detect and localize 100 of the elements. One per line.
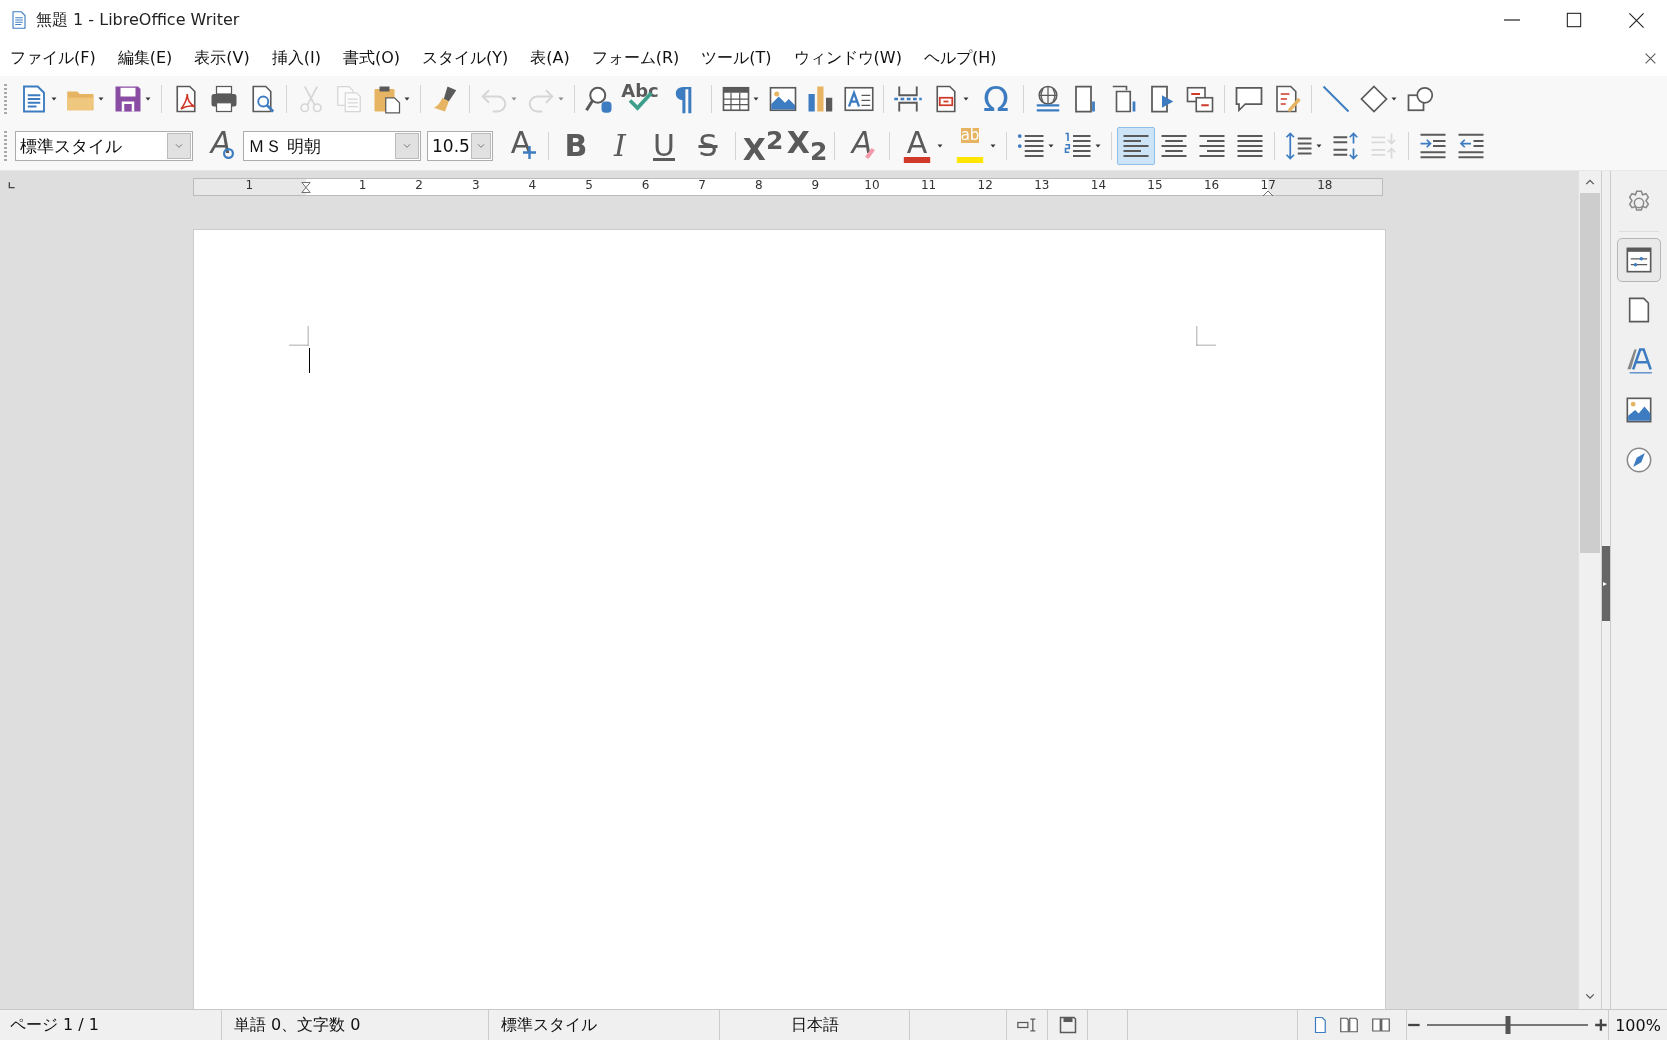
- diagonal-line-icon: [1321, 84, 1351, 114]
- indent-marker-icon[interactable]: [301, 180, 311, 195]
- font-name-field[interactable]: ＭＳ 明朝: [243, 131, 421, 161]
- zoom-percentage[interactable]: 100%: [1615, 1015, 1661, 1035]
- caret-icon: [1315, 143, 1323, 149]
- sidebar-collapse-handle[interactable]: [1602, 546, 1610, 621]
- properties-tab[interactable]: [1617, 238, 1661, 282]
- menu-item[interactable]: ファイル(F): [3, 43, 103, 73]
- maximize-icon: [1566, 12, 1582, 28]
- italic-button[interactable]: I: [598, 127, 642, 165]
- clipboard-icon: [372, 84, 402, 114]
- font-color-bar-icon: [902, 157, 932, 163]
- table-icon: [721, 84, 751, 114]
- indent-marker-icon[interactable]: [1263, 191, 1273, 196]
- close-icon: [1627, 11, 1645, 29]
- menu-item[interactable]: 挿入(I): [264, 43, 328, 73]
- ruler-number: 1: [245, 179, 254, 191]
- font-color-button[interactable]: A: [895, 127, 948, 165]
- ruler-number: 1: [358, 179, 367, 191]
- caret-icon: [936, 143, 944, 149]
- margin-corner-icon: [1195, 326, 1216, 346]
- ruler-number: 8: [755, 179, 763, 191]
- ruler-number: 13: [1034, 179, 1050, 191]
- font-size-field[interactable]: 10.5: [427, 131, 493, 161]
- caret-icon: [510, 96, 518, 102]
- zoom-in-icon[interactable]: [1594, 1018, 1608, 1032]
- formatting-marks-button[interactable]: ¶: [662, 80, 706, 118]
- caret-icon: [403, 96, 411, 102]
- copy-icon: [334, 84, 364, 114]
- indent-icon: [1418, 131, 1448, 161]
- paragraph-spacing-icon: [1369, 131, 1399, 161]
- strikethrough-button[interactable]: S: [686, 127, 730, 165]
- text-cursor: [308, 348, 310, 373]
- chevron-up-icon[interactable]: [1584, 177, 1596, 187]
- multi-page-view-icon: [1337, 1016, 1361, 1034]
- triangle-icon: [1602, 579, 1608, 588]
- ruler-number: 11: [920, 179, 937, 191]
- menu-item[interactable]: 表示(V): [187, 43, 257, 73]
- printer-icon: [209, 84, 239, 114]
- zoom-slider-thumb[interactable]: [1505, 1016, 1510, 1034]
- ruler-number: 15: [1147, 179, 1163, 191]
- spelling-button[interactable]: Abc: [618, 80, 662, 118]
- language-status[interactable]: 日本語: [790, 1014, 839, 1036]
- compass-icon: [1625, 446, 1653, 474]
- menu-item[interactable]: ツール(T): [694, 43, 779, 73]
- image-icon: [768, 84, 798, 114]
- update-style-button[interactable]: A: [199, 127, 243, 165]
- scrollbar-thumb[interactable]: [1580, 193, 1600, 553]
- menu-item[interactable]: ヘルプ(H): [916, 43, 1004, 73]
- caret-icon: [557, 96, 565, 102]
- ruler-number: 10: [864, 179, 880, 191]
- ruler-number: 7: [698, 179, 706, 191]
- align-left-button[interactable]: [1117, 127, 1155, 165]
- speech-bubble-icon: [1234, 84, 1264, 114]
- underline-button[interactable]: U: [642, 127, 686, 165]
- highlight-bar-icon: [955, 157, 985, 163]
- special-character-button[interactable]: Ω: [974, 80, 1018, 118]
- chevron-down-icon: [173, 142, 185, 150]
- caret-icon: [50, 96, 58, 102]
- document-icon: [10, 9, 28, 31]
- menu-item[interactable]: 表(A): [523, 43, 577, 73]
- menu-item[interactable]: スタイル(Y): [415, 43, 516, 73]
- caret-icon: [989, 143, 997, 149]
- caret-icon: [1390, 96, 1398, 102]
- chevron-down-icon[interactable]: [1584, 991, 1596, 1001]
- line-spacing-icon: [1284, 131, 1314, 161]
- ruler[interactable]: 1 1 2 3 4 5 6 7 8 9 10 11 12 13 14 15 16 17 18: [193, 178, 1383, 196]
- menu-item[interactable]: フォーム(R): [584, 43, 687, 73]
- text-box-icon: [844, 84, 874, 114]
- vertical-scrollbar[interactable]: [1578, 171, 1601, 1009]
- paragraph-spacing-icon: [1331, 131, 1361, 161]
- properties-icon: [1625, 246, 1653, 274]
- outdent-icon: [1456, 131, 1486, 161]
- word-count: 単語 0、文字数 0: [234, 1014, 361, 1036]
- menu-item[interactable]: ウィンドウ(W): [786, 43, 909, 73]
- zoom-slider[interactable]: [1426, 1016, 1589, 1034]
- menu-item[interactable]: 編集(E): [110, 43, 180, 73]
- page-break-icon: [893, 84, 923, 114]
- ruler-number: 6: [641, 179, 650, 191]
- image-icon: [1625, 396, 1653, 424]
- page-count: ページ 1 / 1: [10, 1014, 99, 1036]
- caret-icon: [962, 96, 970, 102]
- subscript-button[interactable]: X$_{2}$: [785, 127, 829, 165]
- shapes-icon: [1406, 84, 1436, 114]
- new-style-button[interactable]: A: [499, 127, 543, 165]
- ruler-number: 3: [472, 179, 480, 191]
- find-replace-icon: [584, 84, 614, 114]
- superscript-button[interactable]: X$^{2}$: [741, 127, 785, 165]
- ruler-number: 2: [415, 179, 423, 191]
- styles-icon: [1625, 346, 1653, 374]
- caret-icon: [752, 96, 760, 102]
- chevron-down-icon: [401, 142, 413, 150]
- paragraph-style-field[interactable]: 標準スタイル: [15, 131, 193, 161]
- ruler-number: 5: [585, 179, 593, 191]
- menu-item[interactable]: 書式(O): [335, 43, 407, 73]
- ruler-number: 18: [1317, 179, 1333, 191]
- clear-formatting-button[interactable]: A: [840, 127, 884, 165]
- bold-button[interactable]: B: [554, 127, 598, 165]
- cross-reference-icon: [1185, 84, 1215, 114]
- diamond-icon: [1359, 84, 1389, 114]
